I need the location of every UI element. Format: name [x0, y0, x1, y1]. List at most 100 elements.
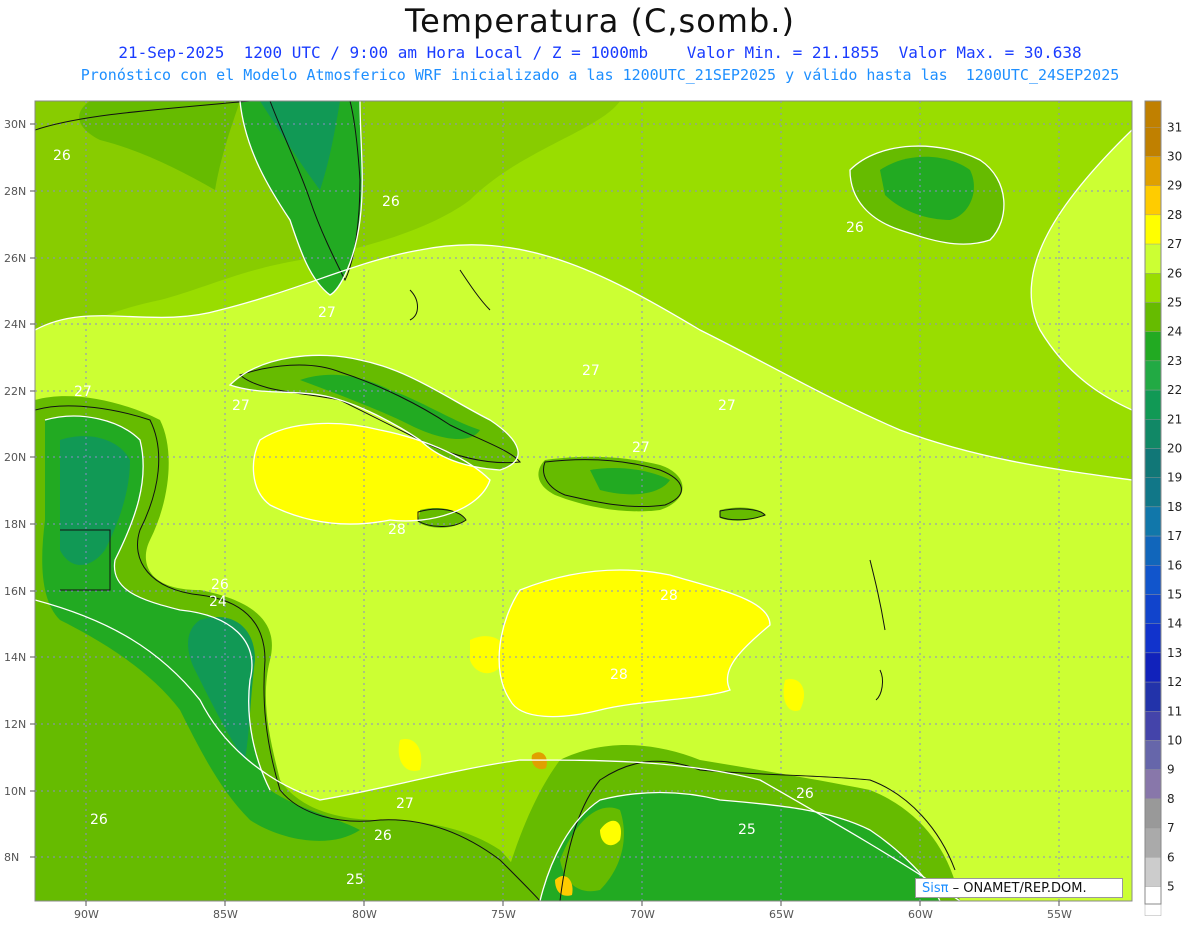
lat-label: 10N	[4, 785, 26, 798]
contour-label: 28	[660, 588, 678, 604]
contour-label: 28	[388, 522, 406, 538]
colorbar-swatch	[1144, 623, 1162, 654]
colorbar-swatch	[1144, 506, 1162, 537]
colorbar-swatch	[1144, 886, 1162, 916]
colorbar-swatch	[1144, 302, 1162, 332]
contour-label: 25	[738, 822, 756, 838]
colorbar-swatch	[1144, 331, 1162, 362]
contour-label: 25	[346, 872, 364, 888]
colorbar-label: 17	[1167, 529, 1182, 543]
lon-label: 80W	[352, 908, 377, 921]
contour-label: 24	[209, 594, 227, 610]
colorbar-label: 19	[1167, 471, 1182, 485]
colorbar-label: 26	[1167, 266, 1182, 280]
colorbar-label: 23	[1167, 354, 1182, 368]
lat-label: 28N	[4, 185, 26, 198]
colorbar-label: 11	[1167, 704, 1182, 718]
contour-label: 27	[718, 398, 736, 414]
colorbar-label: 15	[1167, 587, 1182, 601]
colorbar-swatch	[1144, 389, 1162, 420]
credit-org: – ONAMET/REP.DOM.	[948, 881, 1087, 896]
colorbar-label: 27	[1167, 237, 1182, 251]
lat-label: 22N	[4, 385, 26, 398]
colorbar-swatch	[1144, 740, 1162, 770]
lon-label: 90W	[74, 908, 99, 921]
colorbar-label: 30	[1167, 149, 1182, 163]
colorbar-swatch	[1144, 419, 1162, 449]
colorbar-swatch	[1144, 477, 1162, 508]
lat-label: 16N	[4, 585, 26, 598]
colorbar-label: 21	[1167, 412, 1182, 426]
colorbar-label: 22	[1167, 383, 1182, 397]
colorbar-legend: 31 30 29 28 27 26 25 24 23 22 21 20 19 18 17 16 15 14 13 12…	[1144, 100, 1182, 916]
lat-label: 24N	[4, 318, 26, 331]
latitude-axis: 30N 28N 26N 24N 22N 20N 18N 16N 14N 12N …	[4, 118, 35, 864]
lat-label: 8N	[4, 851, 19, 864]
contour-label: 26	[211, 577, 229, 593]
lat-label: 12N	[4, 718, 26, 731]
colorbar-swatch	[1144, 711, 1162, 741]
colorbar-swatch	[1144, 156, 1162, 186]
colorbar-label: 24	[1167, 325, 1182, 339]
colorbar-label: 25	[1167, 295, 1182, 309]
contour-label: 26	[374, 828, 392, 844]
lon-label: 75W	[491, 908, 516, 921]
colorbar-swatch	[1144, 565, 1162, 595]
lon-label: 70W	[630, 908, 655, 921]
colorbar-label: 13	[1167, 646, 1182, 660]
colorbar-label: 9	[1167, 763, 1175, 777]
contour-label: 27	[632, 440, 650, 456]
credit-box: Sisπ – ONAMET/REP.DOM.	[915, 878, 1123, 898]
contour-label: 26	[90, 812, 108, 828]
colorbar-swatch	[1144, 214, 1162, 245]
contour-label: 27	[318, 305, 336, 321]
colorbar-swatch	[1144, 243, 1162, 274]
sis-logo-text: Sisπ	[922, 881, 949, 896]
colorbar-swatch	[1144, 857, 1162, 887]
colorbar-swatch	[1144, 652, 1162, 683]
lon-label: 55W	[1047, 908, 1072, 921]
lon-label: 65W	[769, 908, 794, 921]
longitude-axis: 90W 85W 80W 75W 70W 65W 60W 55W	[74, 901, 1072, 921]
contour-label: 27	[74, 384, 92, 400]
contour-label: 26	[382, 194, 400, 210]
shaded-field	[35, 101, 1132, 901]
colorbar-swatch	[1144, 273, 1162, 303]
lat-label: 14N	[4, 651, 26, 664]
colorbar-swatch	[1144, 185, 1162, 216]
colorbar-label: 8	[1167, 792, 1175, 806]
contour-label: 28	[610, 667, 628, 683]
contour-label: 27	[232, 398, 250, 414]
colorbar-label: 14	[1167, 617, 1182, 631]
colorbar-swatch	[1145, 101, 1161, 128]
colorbar-swatch	[1144, 360, 1162, 391]
colorbar-label: 5	[1167, 879, 1175, 893]
lat-label: 20N	[4, 451, 26, 464]
lat-label: 30N	[4, 118, 26, 131]
colorbar-label: 20	[1167, 441, 1182, 455]
contour-label: 26	[796, 786, 814, 802]
colorbar-swatch	[1144, 769, 1162, 800]
colorbar-label: 18	[1167, 500, 1182, 514]
contour-label: 27	[396, 796, 414, 812]
lon-label: 85W	[213, 908, 238, 921]
temperature-map: 26 26 26 27 27 27 27 27 27 28 26 24 28 2…	[4, 100, 1182, 921]
contour-label: 26	[53, 148, 71, 164]
colorbar-label: 12	[1167, 675, 1182, 689]
lon-label: 60W	[908, 908, 933, 921]
colorbar-swatch	[1144, 448, 1162, 478]
colorbar-label: 16	[1167, 558, 1182, 572]
colorbar-swatch	[1144, 827, 1162, 858]
colorbar-swatch	[1144, 535, 1162, 566]
colorbar-label: 31	[1167, 120, 1182, 134]
colorbar-swatch	[1144, 594, 1162, 624]
lat-label: 26N	[4, 252, 26, 265]
colorbar-swatch	[1144, 681, 1162, 712]
contour-label: 26	[846, 220, 864, 236]
colorbar-label: 10	[1167, 733, 1182, 747]
colorbar-label: 29	[1167, 179, 1182, 193]
colorbar-label: 28	[1167, 208, 1182, 222]
colorbar-swatch	[1144, 798, 1162, 829]
lat-label: 18N	[4, 518, 26, 531]
contour-label: 27	[582, 363, 600, 379]
